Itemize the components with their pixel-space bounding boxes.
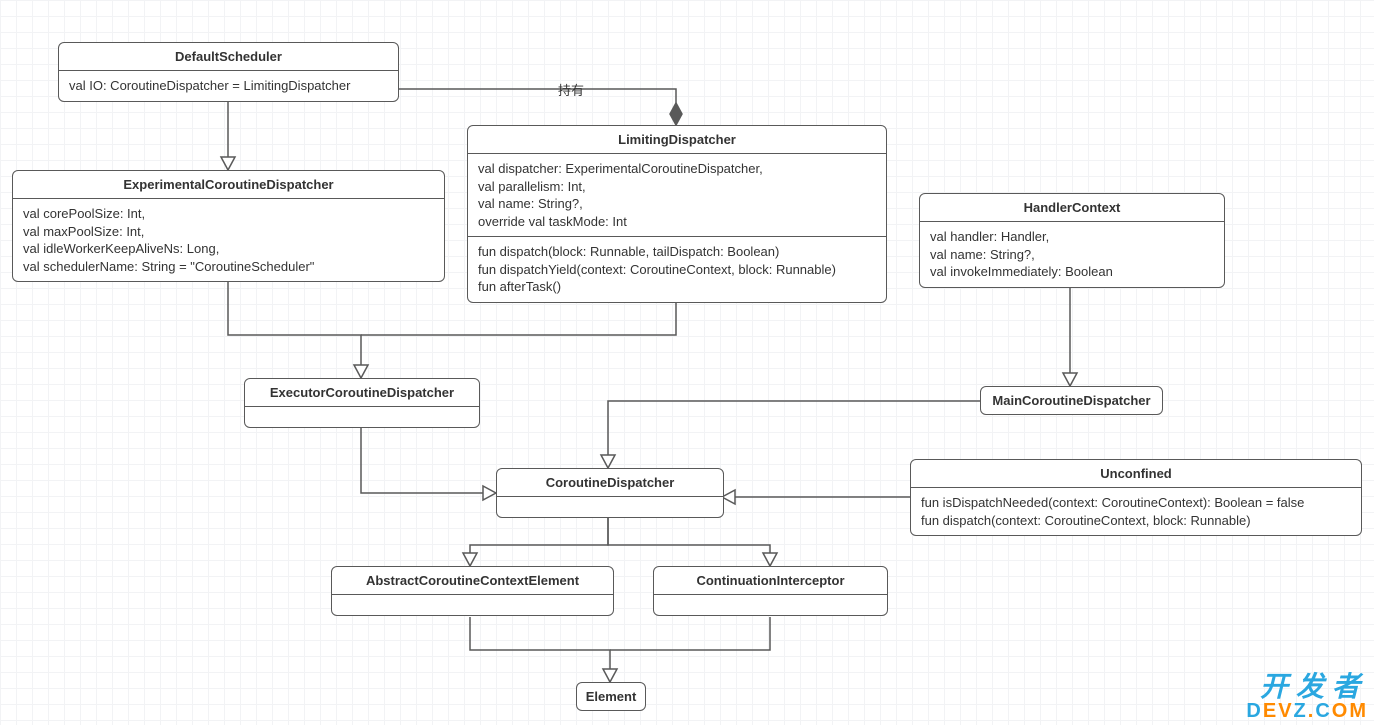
node-experimental: ExperimentalCoroutineDispatcher val core… — [12, 170, 445, 282]
node-title: LimitingDispatcher — [468, 126, 886, 154]
diagram-canvas: { "nodes": { "defaultScheduler": { "titl… — [0, 0, 1374, 725]
arrow-experimental — [221, 157, 235, 170]
node-empty — [245, 407, 479, 427]
node-ops: fun dispatch(block: Runnable, tailDispat… — [468, 236, 886, 302]
node-title: DefaultScheduler — [59, 43, 398, 71]
node-continuation-interceptor: ContinuationInterceptor — [653, 566, 888, 616]
node-attrs: val dispatcher: ExperimentalCoroutineDis… — [468, 154, 886, 236]
edge-cd-to-abstract — [470, 515, 608, 566]
node-title: CoroutineDispatcher — [497, 469, 723, 497]
node-main-dispatcher: MainCoroutineDispatcher — [980, 386, 1163, 415]
edge-limiting-down — [361, 298, 676, 335]
edges-layer: LimitingDispatcher (composition, filled … — [0, 0, 1374, 725]
node-executor: ExecutorCoroutineDispatcher — [244, 378, 480, 428]
node-empty — [332, 595, 613, 615]
edge-default-to-limiting — [397, 89, 676, 125]
arrow-element — [603, 669, 617, 682]
node-unconfined: Unconfined fun isDispatchNeeded(context:… — [910, 459, 1362, 536]
node-handler-context: HandlerContext val handler: Handler, val… — [919, 193, 1225, 288]
node-default-scheduler: DefaultScheduler val IO: CoroutineDispat… — [58, 42, 399, 102]
edge-executor-to-cd — [361, 426, 496, 493]
edge-cd-to-ci — [608, 515, 770, 566]
node-attrs: val IO: CoroutineDispatcher = LimitingDi… — [59, 71, 398, 101]
node-abstract-element: AbstractCoroutineContextElement — [331, 566, 614, 616]
arrow-cd-from-main — [601, 455, 615, 468]
edge-main-to-cd — [608, 401, 980, 468]
watermark-en: DEVZ.COM — [1246, 701, 1368, 721]
node-title: ContinuationInterceptor — [654, 567, 887, 595]
node-limiting: LimitingDispatcher val dispatcher: Exper… — [467, 125, 887, 303]
node-empty — [497, 497, 723, 517]
node-title: ExperimentalCoroutineDispatcher — [13, 171, 444, 199]
node-attrs: val corePoolSize: Int, val maxPoolSize: … — [13, 199, 444, 281]
arrow-abstract — [463, 553, 477, 566]
watermark-cn: 开发者 — [1260, 673, 1368, 701]
arrow-cd-from-executor — [483, 486, 496, 500]
edge-ci-to-element — [610, 617, 770, 650]
node-title: HandlerContext — [920, 194, 1224, 222]
arrow-executor — [354, 365, 368, 378]
node-element: Element — [576, 682, 646, 711]
edge-experimental-down — [228, 268, 361, 378]
watermark: 开发者 DEVZ.COM — [1246, 673, 1368, 721]
node-attrs: fun isDispatchNeeded(context: CoroutineC… — [911, 488, 1361, 535]
node-coroutine-dispatcher: CoroutineDispatcher — [496, 468, 724, 518]
edge-label-has: 持有 — [558, 80, 584, 99]
arrow-ci — [763, 553, 777, 566]
node-title: MainCoroutineDispatcher — [981, 387, 1162, 414]
node-title: ExecutorCoroutineDispatcher — [245, 379, 479, 407]
node-title: Element — [577, 683, 645, 710]
node-title: AbstractCoroutineContextElement — [332, 567, 613, 595]
node-attrs: val handler: Handler, val name: String?,… — [920, 222, 1224, 287]
node-empty — [654, 595, 887, 615]
node-title: Unconfined — [911, 460, 1361, 488]
diamond-limiting — [670, 103, 682, 125]
arrow-main — [1063, 373, 1077, 386]
edge-abstract-to-element — [470, 617, 610, 682]
